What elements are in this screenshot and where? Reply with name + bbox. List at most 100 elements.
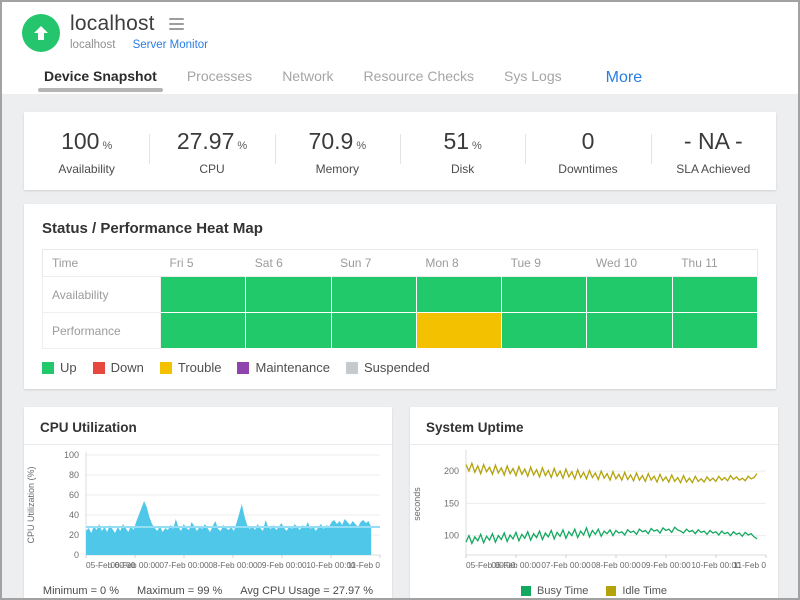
legend-swatch bbox=[606, 586, 616, 596]
heatmap-cell-up[interactable] bbox=[331, 277, 416, 313]
page-title: localhost bbox=[70, 12, 155, 36]
stat-label: CPU bbox=[149, 162, 274, 176]
heatmap-cell-up[interactable] bbox=[672, 277, 757, 313]
legend-swatch bbox=[521, 586, 531, 596]
stat-downtimes: 0 Downtimes bbox=[525, 126, 650, 176]
stat-unit: % bbox=[237, 140, 247, 152]
cpu-stat-1: Maximum = 99 % bbox=[137, 585, 222, 597]
heatmap-cell-up[interactable] bbox=[502, 313, 587, 349]
heatmap-cell-up[interactable] bbox=[161, 277, 246, 313]
y-tick-label: 40 bbox=[69, 510, 79, 520]
stat-unit: % bbox=[102, 140, 112, 152]
monitor-header: localhost localhost Server Monitor Devic… bbox=[2, 2, 798, 94]
heatmap-cell-trouble[interactable] bbox=[416, 313, 501, 349]
stat-disk: 51% Disk bbox=[400, 126, 525, 176]
legend-label: Trouble bbox=[178, 360, 222, 375]
heatmap-cell-up[interactable] bbox=[161, 313, 246, 349]
heatmap-row-performance: Performance bbox=[43, 313, 758, 349]
uptime-legend-busy-time: Busy Time bbox=[521, 585, 588, 597]
tab-resource-checks[interactable]: Resource Checks bbox=[358, 62, 481, 94]
heatmap-cell-up[interactable] bbox=[502, 277, 587, 313]
legend-swatch-up bbox=[42, 362, 54, 374]
legend-label: Maintenance bbox=[255, 360, 329, 375]
heatmap-col-sun-7: Sun 7 bbox=[331, 250, 416, 277]
stat-value: 70.9% bbox=[275, 128, 400, 155]
heatmap-col-wed-10: Wed 10 bbox=[587, 250, 672, 277]
y-tick-label: 100 bbox=[64, 450, 79, 460]
cpu-utilization-chart[interactable]: 02040608010005-Feb 00:0006-Feb 00:0007-F… bbox=[24, 445, 392, 583]
stat-value: 27.97% bbox=[149, 128, 274, 155]
tab-network[interactable]: Network bbox=[276, 62, 339, 94]
legend-label: Down bbox=[111, 360, 144, 375]
stat-label: Disk bbox=[400, 162, 525, 176]
up-arrow-icon bbox=[31, 23, 51, 43]
x-tick-label: 11-Feb 0 bbox=[347, 560, 380, 570]
heatmap-cell-up[interactable] bbox=[416, 277, 501, 313]
stat-number: 100 bbox=[61, 128, 99, 154]
app-window: localhost localhost Server Monitor Devic… bbox=[0, 0, 800, 600]
stat-unit: % bbox=[472, 140, 482, 152]
stat-number: 27.97 bbox=[177, 128, 235, 154]
tab-device-snapshot[interactable]: Device Snapshot bbox=[38, 62, 163, 94]
stat-unit: % bbox=[356, 140, 366, 152]
line-series-idle-time bbox=[466, 463, 757, 482]
uptime-chart-title: System Uptime bbox=[410, 407, 778, 445]
heatmap-header: TimeFri 5Sat 6Sun 7Mon 8Tue 9Wed 10Thu 1… bbox=[43, 250, 758, 277]
stat-value: 0 bbox=[525, 128, 650, 155]
stat-label: Availability bbox=[24, 162, 149, 176]
stat-label: Memory bbox=[275, 162, 400, 176]
y-tick-label: 150 bbox=[444, 498, 459, 508]
x-tick-label: 08-Feb 00:00 bbox=[591, 560, 641, 570]
breadcrumb-monitor-type-link[interactable]: Server Monitor bbox=[133, 39, 208, 51]
cpu-stat-2: Avg CPU Usage = 27.97 % bbox=[240, 585, 373, 597]
legend-item-maintenance: Maintenance bbox=[237, 360, 329, 375]
y-tick-label: 80 bbox=[69, 470, 79, 480]
x-tick-label: 06-Feb 00:00 bbox=[491, 560, 541, 570]
legend-item-up: Up bbox=[42, 360, 77, 375]
tab-sys-logs[interactable]: Sys Logs bbox=[498, 62, 568, 94]
x-tick-label: 06-Feb 00:00 bbox=[110, 560, 160, 570]
stat-value: - NA - bbox=[651, 128, 776, 155]
tab-processes[interactable]: Processes bbox=[181, 62, 258, 94]
heatmap-cell-up[interactable] bbox=[672, 313, 757, 349]
uptime-chart-legend: Busy Time Idle Time bbox=[410, 585, 778, 597]
status-up-avatar bbox=[22, 14, 60, 52]
heatmap-col-thu-11: Thu 11 bbox=[672, 250, 757, 277]
x-tick-label: 08-Feb 00:00 bbox=[208, 560, 258, 570]
stat-number: 0 bbox=[582, 128, 595, 154]
legend-swatch-trouble bbox=[160, 362, 172, 374]
legend-item-down: Down bbox=[93, 360, 144, 375]
tab-more[interactable]: More bbox=[600, 63, 648, 94]
heatmap-row-label: Performance bbox=[43, 313, 161, 349]
cpu-chart-title: CPU Utilization bbox=[24, 407, 392, 445]
legend-label: Up bbox=[60, 360, 77, 375]
heatmap-cell-up[interactable] bbox=[587, 277, 672, 313]
heatmap-cell-up[interactable] bbox=[331, 313, 416, 349]
x-tick-label: 07-Feb 00:00 bbox=[541, 560, 591, 570]
heatmap-cell-up[interactable] bbox=[246, 277, 331, 313]
stat-number: 51 bbox=[443, 128, 469, 154]
legend-item-trouble: Trouble bbox=[160, 360, 222, 375]
heatmap-card: Status / Performance Heat Map TimeFri 5S… bbox=[24, 204, 776, 389]
x-tick-label: 11-Feb 0 bbox=[733, 560, 766, 570]
heatmap-col-fri-5: Fri 5 bbox=[161, 250, 246, 277]
system-uptime-card: System Uptime 10015020005-Feb 00:0006-Fe… bbox=[410, 407, 778, 598]
x-tick-label: 07-Feb 00:00 bbox=[159, 560, 209, 570]
heatmap-body: AvailabilityPerformance bbox=[43, 277, 758, 349]
stat-label: Downtimes bbox=[525, 162, 650, 176]
legend-swatch-maintenance bbox=[237, 362, 249, 374]
y-tick-label: 60 bbox=[69, 490, 79, 500]
y-axis-label: seconds bbox=[412, 487, 422, 521]
heatmap-row-label: Availability bbox=[43, 277, 161, 313]
y-tick-label: 200 bbox=[444, 466, 459, 476]
heatmap-cell-up[interactable] bbox=[246, 313, 331, 349]
breadcrumb-device: localhost bbox=[70, 39, 115, 51]
system-uptime-chart[interactable]: 10015020005-Feb 00:0006-Feb 00:0007-Feb … bbox=[410, 445, 778, 581]
stat-value: 51% bbox=[400, 128, 525, 155]
charts-row: CPU Utilization 02040608010005-Feb 00:00… bbox=[24, 407, 776, 598]
stat-value: 100% bbox=[24, 128, 149, 155]
heatmap-cell-up[interactable] bbox=[587, 313, 672, 349]
y-axis-label: CPU Utilization (%) bbox=[26, 466, 36, 543]
hamburger-menu-icon[interactable] bbox=[167, 13, 186, 35]
uptime-legend-idle-time: Idle Time bbox=[606, 585, 667, 597]
